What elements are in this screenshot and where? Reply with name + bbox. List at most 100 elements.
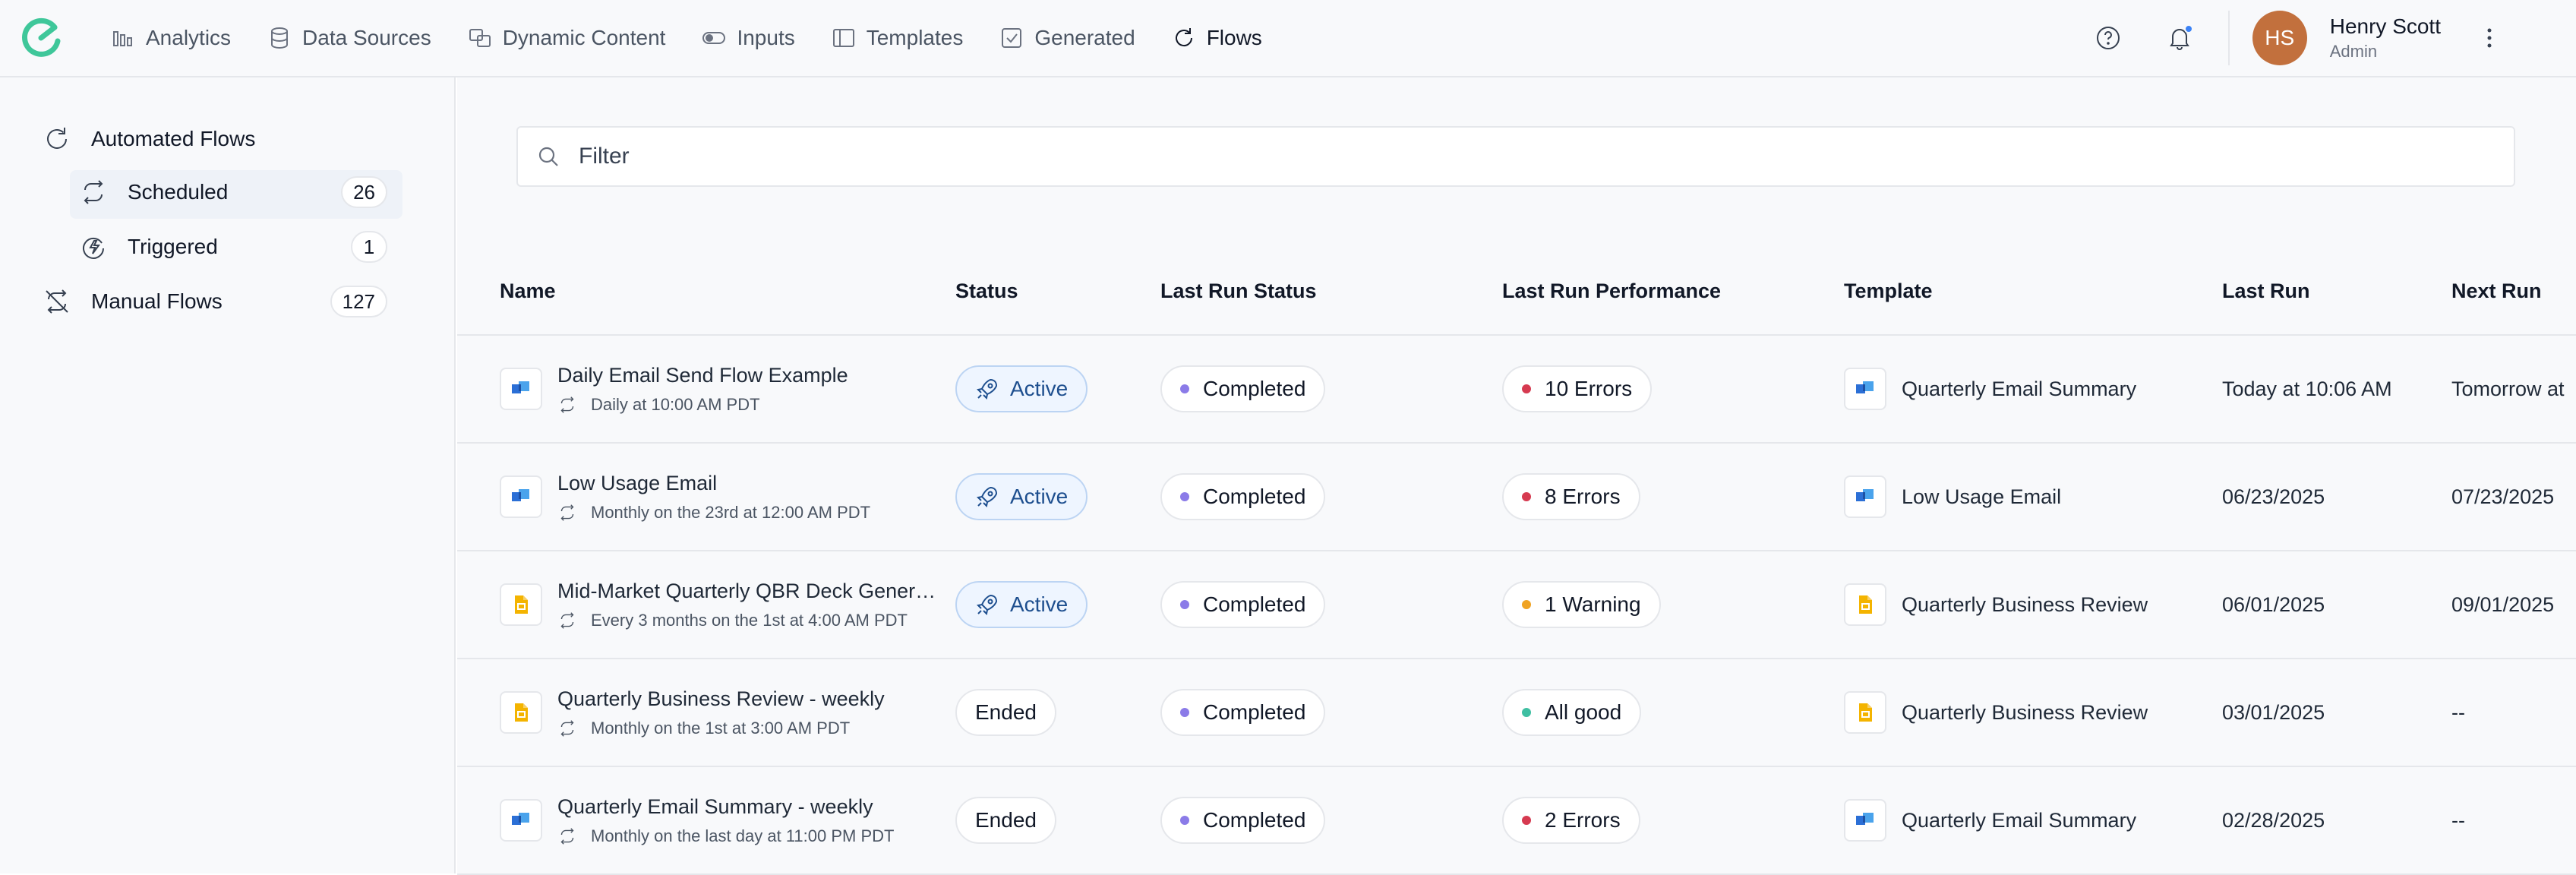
nav-inputs-label: Inputs	[737, 26, 795, 49]
schedule-text: Monthly on the last day at 11:00 PM PDT	[591, 826, 895, 845]
performance-badge[interactable]: 10 Errors	[1502, 365, 1653, 412]
sidebar-item-triggered[interactable]: Triggered 1	[79, 231, 387, 263]
nav-templates[interactable]: Templates	[832, 26, 964, 50]
template-name[interactable]: Low Usage Email	[1902, 485, 2061, 509]
header-next-run[interactable]: Next Run	[2451, 280, 2542, 303]
performance-text: 10 Errors	[1545, 377, 1633, 400]
filter-input[interactable]	[579, 144, 2401, 169]
email-template-icon	[512, 381, 529, 393]
performance-dot	[1522, 384, 1531, 393]
last-run-status-cell: Completed	[1160, 444, 1326, 550]
avatar[interactable]: HS	[2252, 11, 2307, 65]
nav-analytics[interactable]: Analytics	[111, 26, 231, 50]
flow-name[interactable]: Quarterly Business Review - weekly	[557, 687, 885, 711]
last-run-text: 03/01/2025	[2222, 700, 2325, 724]
status-cell: Ended	[955, 659, 1056, 766]
template-type-icon	[1844, 583, 1886, 626]
last-run-status-badge: Completed	[1160, 689, 1326, 736]
header-name[interactable]: Name	[500, 280, 556, 303]
user-info[interactable]: Henry Scott Admin	[2330, 14, 2441, 62]
status-badge[interactable]: Active	[955, 365, 1088, 412]
performance-badge[interactable]: All good	[1502, 689, 1642, 736]
next-run-text: --	[2451, 700, 2465, 724]
nav-flows[interactable]: Flows	[1172, 26, 1262, 50]
nav-generated-label: Generated	[1034, 26, 1135, 49]
notifications-button[interactable]	[2161, 20, 2198, 56]
flow-name[interactable]: Daily Email Send Flow Example	[557, 364, 848, 387]
flow-schedule: Monthly on the 23rd at 12:00 AM PDT	[557, 503, 870, 523]
performance-cell: All good	[1502, 659, 1642, 766]
sidebar-item-scheduled[interactable]: Scheduled 26	[79, 176, 387, 208]
template-name[interactable]: Quarterly Email Summary	[1902, 377, 2136, 401]
header-template[interactable]: Template	[1844, 280, 1933, 303]
nav-templates-label: Templates	[866, 26, 964, 49]
sidebar-item-label: Scheduled	[128, 180, 229, 204]
refresh-icon	[47, 128, 67, 149]
last-run-status-text: Completed	[1203, 485, 1306, 508]
rocket-icon	[976, 486, 998, 508]
table-row[interactable]: Quarterly Email Summary - weekly Monthly…	[457, 767, 2576, 875]
performance-text: 2 Errors	[1545, 808, 1621, 832]
template-name[interactable]: Quarterly Business Review	[1902, 701, 2148, 725]
template-type-icon	[1844, 691, 1886, 734]
performance-badge[interactable]: 2 Errors	[1502, 797, 1640, 844]
triggered-count-badge: 1	[351, 231, 387, 263]
performance-badge[interactable]: 8 Errors	[1502, 473, 1640, 520]
performance-badge[interactable]: 1 Warning	[1502, 581, 1661, 628]
template-cell: Quarterly Business Review	[1844, 551, 2148, 658]
sidebar-item-manual-flows[interactable]: Manual Flows 127	[43, 286, 387, 317]
performance-cell: 1 Warning	[1502, 551, 1661, 658]
template-name[interactable]: Quarterly Email Summary	[1902, 809, 2136, 832]
status-text: Active	[1010, 377, 1069, 400]
nav-dynamic-content[interactable]: Dynamic Content	[468, 26, 665, 50]
performance-cell: 2 Errors	[1502, 767, 1640, 873]
table-row[interactable]: Quarterly Business Review - weekly Month…	[457, 659, 2576, 767]
performance-text: 8 Errors	[1545, 485, 1621, 508]
header-last-run-performance[interactable]: Last Run Performance	[1502, 280, 1721, 303]
status-badge[interactable]: Active	[955, 473, 1088, 520]
last-run-status-cell: Completed	[1160, 551, 1326, 658]
nav-flows-label: Flows	[1206, 26, 1262, 49]
nav-data-sources[interactable]: Data Sources	[267, 26, 431, 50]
repeat-icon	[560, 719, 574, 737]
table-row[interactable]: Low Usage Email Monthly on the 23rd at 1…	[457, 444, 2576, 551]
table-row[interactable]: Mid-Market Quarterly QBR Deck Generation…	[457, 551, 2576, 659]
flow-name[interactable]: Low Usage Email	[557, 472, 870, 495]
analytics-icon	[113, 31, 132, 46]
nav-generated[interactable]: Generated	[999, 26, 1135, 50]
nav-inputs[interactable]: Inputs	[702, 26, 795, 50]
email-template-icon	[1856, 813, 1874, 825]
slides-template-icon	[1859, 703, 1872, 722]
next-run-cell: Tomorrow at	[2451, 336, 2565, 442]
table-row[interactable]: Daily Email Send Flow Example Daily at 1…	[457, 336, 2576, 444]
status-cell: Active	[955, 551, 1088, 658]
status-badge[interactable]: Active	[955, 581, 1088, 628]
flow-name[interactable]: Mid-Market Quarterly QBR Deck Generation	[557, 580, 937, 603]
header-last-run[interactable]: Last Run	[2222, 280, 2310, 303]
more-options-button[interactable]	[2471, 20, 2508, 56]
app-logo-icon[interactable]	[18, 15, 64, 61]
template-type-icon	[1844, 368, 1886, 410]
status-badge[interactable]: Ended	[955, 689, 1056, 736]
flow-type-icon	[500, 583, 542, 626]
header-status[interactable]: Status	[955, 280, 1018, 303]
flow-name[interactable]: Quarterly Email Summary - weekly	[557, 795, 894, 819]
last-run-text: 06/01/2025	[2222, 592, 2325, 616]
template-name[interactable]: Quarterly Business Review	[1902, 593, 2148, 617]
sidebar-item-automated-flows[interactable]: Automated Flows	[43, 125, 255, 153]
help-button[interactable]	[2090, 20, 2126, 56]
flows-refresh-icon	[1175, 28, 1192, 47]
last-run-status-badge: Completed	[1160, 365, 1326, 412]
status-cell: Active	[955, 444, 1088, 550]
header-last-run-status[interactable]: Last Run Status	[1160, 280, 1317, 303]
triggered-bolt-icon	[83, 237, 104, 259]
last-run-cell: 02/28/2025	[2222, 767, 2325, 873]
flow-schedule: Daily at 10:00 AM PDT	[557, 395, 848, 415]
filter-box[interactable]	[516, 126, 2515, 187]
status-badge[interactable]: Ended	[955, 797, 1056, 844]
performance-cell: 10 Errors	[1502, 336, 1653, 442]
help-icon	[2096, 27, 2120, 49]
email-template-icon	[512, 489, 529, 501]
nav-data-sources-label: Data Sources	[302, 26, 431, 49]
completed-dot	[1180, 708, 1189, 717]
